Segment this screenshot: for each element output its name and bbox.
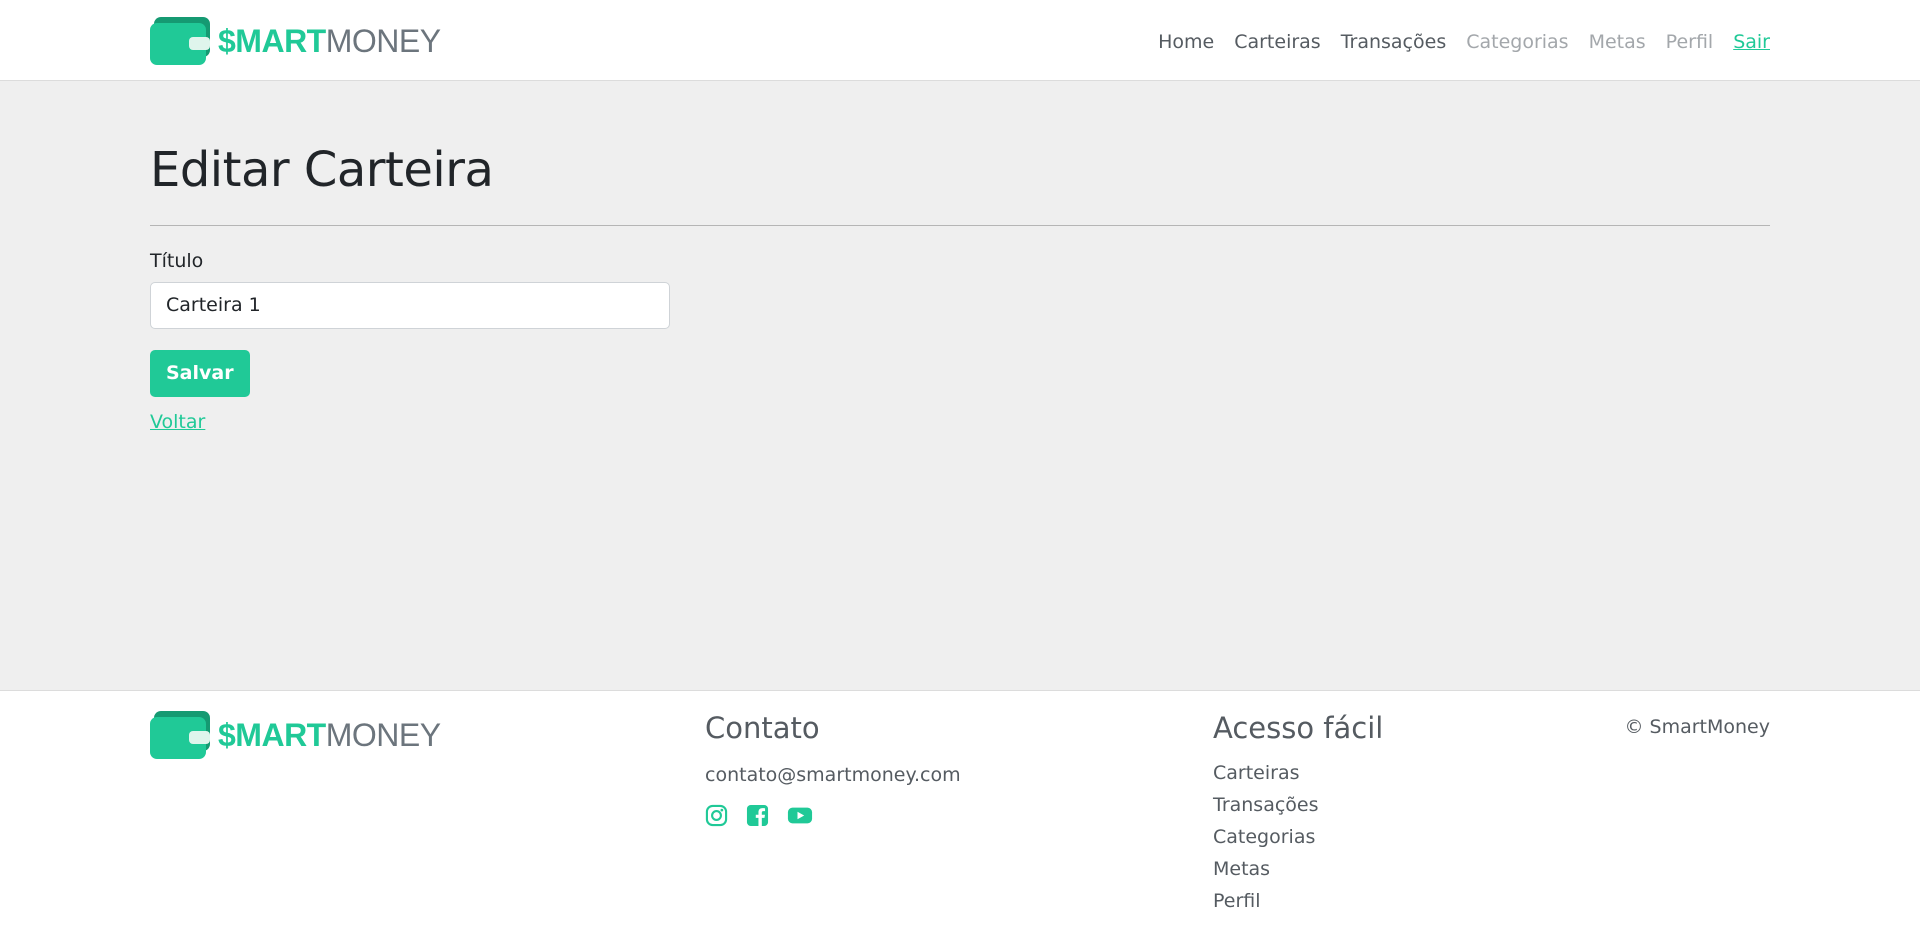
list-item: Categorias: [1213, 826, 1613, 848]
wallet-logo-icon: [150, 16, 210, 65]
list-item: Carteiras: [1213, 762, 1613, 784]
list-item: Metas: [1213, 858, 1613, 880]
contact-email: contato@smartmoney.com: [705, 763, 961, 786]
brand-smart-text: $MART: [218, 22, 326, 59]
footer-link-perfil[interactable]: Perfil: [1213, 890, 1261, 912]
list-item: Transações: [1213, 794, 1613, 816]
nav-link-perfil[interactable]: Perfil: [1666, 31, 1714, 53]
back-link[interactable]: Voltar: [150, 411, 205, 433]
brand-logo-link[interactable]: $MARTMONEY: [150, 16, 441, 65]
footer-brand-money-text: MONEY: [325, 717, 441, 753]
title-input[interactable]: [150, 281, 670, 329]
brand-wordmark: $MARTMONEY: [218, 25, 441, 57]
nav-link-home[interactable]: Home: [1158, 31, 1214, 53]
list-item: Perfil: [1213, 890, 1613, 912]
facebook-icon: [746, 804, 769, 826]
footer-link-carteiras[interactable]: Carteiras: [1213, 762, 1300, 784]
footer-links-column: Acesso fácil Carteiras Transações Catego…: [1213, 711, 1613, 922]
main-nav: Home Carteiras Transações Categorias Met…: [1158, 31, 1770, 53]
footer-brand-column: $MARTMONEY: [150, 711, 705, 922]
facebook-link[interactable]: [746, 804, 769, 827]
title-field-label: Título: [150, 249, 204, 272]
wallet-logo-icon: [150, 711, 210, 759]
nav-link-categorias[interactable]: Categorias: [1466, 31, 1568, 53]
instagram-icon: [705, 804, 728, 826]
footer-contact-column: Contato contato@smartmoney.com: [705, 711, 1213, 922]
footer-brand-wordmark: $MARTMONEY: [218, 719, 441, 751]
main-content: Editar Carteira Título Salvar Voltar: [0, 81, 1920, 690]
footer-copyright-column: © SmartMoney: [1613, 711, 1770, 922]
quick-access-list: Carteiras Transações Categorias Metas Pe…: [1213, 762, 1613, 912]
footer-brand-smart-text: $MART: [218, 717, 326, 753]
nav-link-metas[interactable]: Metas: [1589, 31, 1646, 53]
title-divider: [150, 224, 1770, 226]
nav-link-transacoes[interactable]: Transações: [1341, 31, 1447, 53]
footer-brand-logo-link[interactable]: $MARTMONEY: [150, 711, 705, 759]
edit-wallet-form: Título Salvar Voltar: [150, 250, 1770, 433]
footer-link-metas[interactable]: Metas: [1213, 858, 1270, 880]
youtube-link[interactable]: [787, 804, 813, 827]
nav-link-sair[interactable]: Sair: [1733, 31, 1770, 53]
footer-link-categorias[interactable]: Categorias: [1213, 826, 1315, 848]
save-button[interactable]: Salvar: [150, 349, 250, 397]
copyright-text: © SmartMoney: [1624, 716, 1770, 738]
contact-heading: Contato: [705, 711, 820, 745]
quick-access-heading: Acesso fácil: [1213, 711, 1384, 745]
site-footer: $MARTMONEY Contato contato@smartmoney.co…: [0, 690, 1920, 951]
brand-money-text: MONEY: [325, 22, 441, 59]
instagram-link[interactable]: [705, 804, 728, 827]
nav-link-carteiras[interactable]: Carteiras: [1234, 31, 1321, 53]
youtube-icon: [787, 807, 813, 824]
social-links: [705, 804, 1213, 827]
page-title: Editar Carteira: [150, 142, 494, 198]
site-header: $MARTMONEY Home Carteiras Transações Cat…: [0, 0, 1920, 81]
footer-link-transacoes[interactable]: Transações: [1213, 794, 1319, 816]
